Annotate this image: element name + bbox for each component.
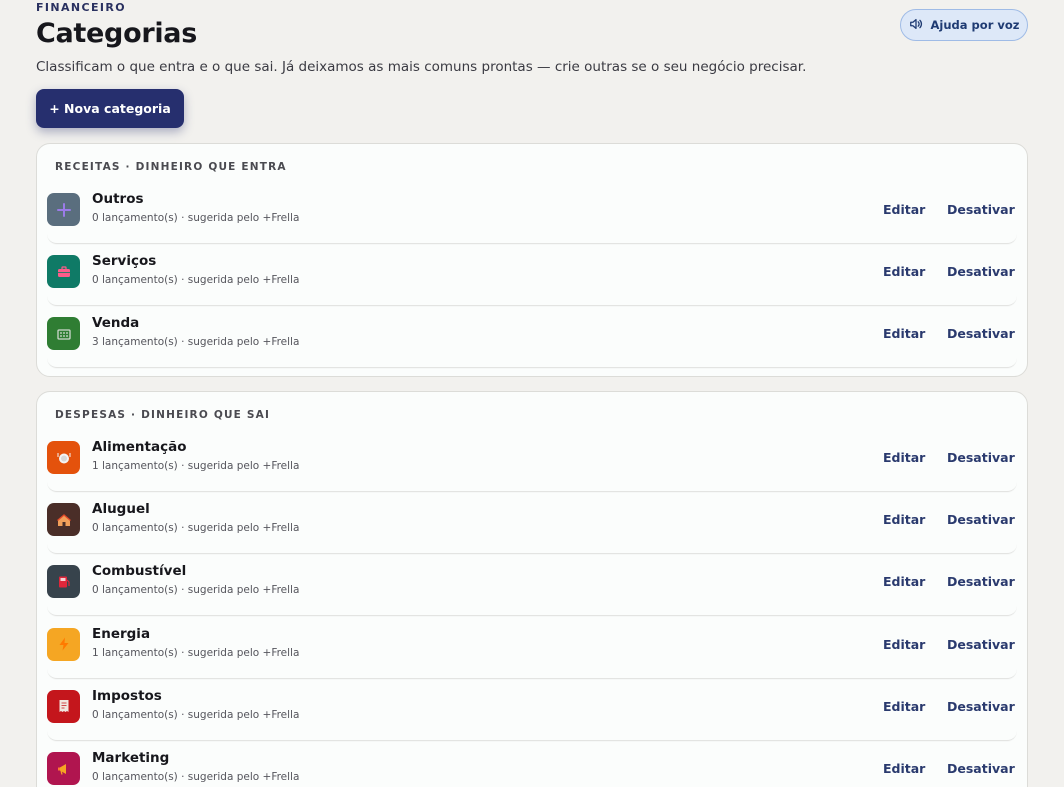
deactivate-button[interactable]: Desativar <box>947 761 1015 776</box>
edit-button[interactable]: Editar <box>883 202 925 217</box>
category-row-outros: Outros 0 lançamento(s) · sugerida pelo +F… <box>47 186 1017 244</box>
category-row-servicos: Serviços 0 lançamento(s) · sugerida pelo … <box>47 248 1017 307</box>
deactivate-button[interactable]: Desativar <box>947 450 1015 465</box>
category-name: Aluguel <box>92 501 150 518</box>
lightning-icon <box>47 627 80 661</box>
category-name: Energia <box>92 625 151 642</box>
megaphone-icon <box>47 752 80 785</box>
edit-button[interactable]: Editar <box>883 450 925 465</box>
edit-button[interactable]: Editar <box>883 326 925 341</box>
category-meta: 3 lançamento(s) · sugerida pelo +Frella <box>92 336 300 349</box>
category-row-marketing: Marketing 0 lançamento(s) · sugerida pelo… <box>47 745 1017 787</box>
category-name: Combustível <box>92 563 187 580</box>
eyebrow: FINANCEIRO <box>36 1 127 14</box>
category-meta: 1 lançamento(s) · sugerida pelo +Frella <box>92 460 300 472</box>
deactivate-button[interactable]: Desativar <box>947 202 1015 217</box>
category-name: Serviços <box>92 253 157 270</box>
deactivate-button[interactable]: Desativar <box>947 574 1015 589</box>
category-meta: 0 lançamento(s) · sugerida pelo +Frella <box>92 584 300 597</box>
edit-button[interactable]: Editar <box>883 699 925 714</box>
category-name: Outros <box>92 191 144 207</box>
category-name: Impostos <box>92 687 162 704</box>
edit-button[interactable]: Editar <box>883 574 925 589</box>
category-name: Alimentação <box>92 439 187 455</box>
category-meta: 0 lançamento(s) · sugerida pelo +Frella <box>92 212 300 224</box>
voice-help-button[interactable]: Ajuda por voz <box>900 9 1028 41</box>
category-row-impostos: Impostos 0 lançamento(s) · sugerida pelo … <box>47 683 1017 741</box>
plate-icon <box>47 441 80 474</box>
fuel-pump-icon <box>47 565 80 599</box>
category-row-energia: Energia 1 lançamento(s) · sugerida pelo +… <box>47 621 1017 679</box>
category-row-combustivel: Combustível 0 lançamento(s) · sugerida pe… <box>47 558 1017 617</box>
edit-button[interactable]: Editar <box>883 761 925 776</box>
category-meta: 0 lançamento(s) · sugerida pelo +Frella <box>92 708 300 721</box>
page-title: Categorias <box>36 18 197 49</box>
page-subtitle: Classificam o que entra e o que sai. Já … <box>36 59 807 75</box>
house-icon <box>47 503 80 537</box>
new-category-button[interactable]: + Nova categoria <box>36 89 184 128</box>
speaker-icon <box>909 17 923 34</box>
category-name: Marketing <box>92 750 170 766</box>
briefcase-icon <box>47 255 80 289</box>
income-card: RECEITAS · DINHEIRO QUE ENTRA Outros 0 la… <box>36 143 1028 377</box>
category-meta: 0 lançamento(s) · sugerida pelo +Frella <box>92 771 300 783</box>
expense-heading: DESPESAS · DINHEIRO QUE SAI <box>55 409 271 421</box>
category-row-aluguel: Aluguel 0 lançamento(s) · sugerida pelo +… <box>47 496 1017 555</box>
category-meta: 1 lançamento(s) · sugerida pelo +Frella <box>92 646 300 659</box>
receipt-icon <box>47 689 80 723</box>
deactivate-button[interactable]: Desativar <box>947 699 1015 714</box>
category-row-alimentacao: Alimentação 1 lançamento(s) · sugerida pe… <box>47 434 1017 492</box>
cash-register-icon <box>47 317 80 351</box>
category-meta: 0 lançamento(s) · sugerida pelo +Frella <box>92 274 300 287</box>
deactivate-button[interactable]: Desativar <box>947 264 1015 279</box>
edit-button[interactable]: Editar <box>883 637 925 652</box>
income-heading: RECEITAS · DINHEIRO QUE ENTRA <box>55 161 287 173</box>
category-row-venda: Venda 3 lançamento(s) · sugerida pelo +Fr… <box>47 310 1017 369</box>
edit-button[interactable]: Editar <box>883 264 925 279</box>
expense-card: DESPESAS · DINHEIRO QUE SAI Alimentação 1… <box>36 391 1028 787</box>
deactivate-button[interactable]: Desativar <box>947 512 1015 527</box>
voice-help-label: Ajuda por voz <box>930 18 1020 32</box>
category-meta: 0 lançamento(s) · sugerida pelo +Frella <box>92 522 300 535</box>
category-name: Venda <box>92 315 140 332</box>
edit-button[interactable]: Editar <box>883 512 925 527</box>
deactivate-button[interactable]: Desativar <box>947 326 1015 341</box>
deactivate-button[interactable]: Desativar <box>947 637 1015 652</box>
plus-icon <box>47 193 80 226</box>
